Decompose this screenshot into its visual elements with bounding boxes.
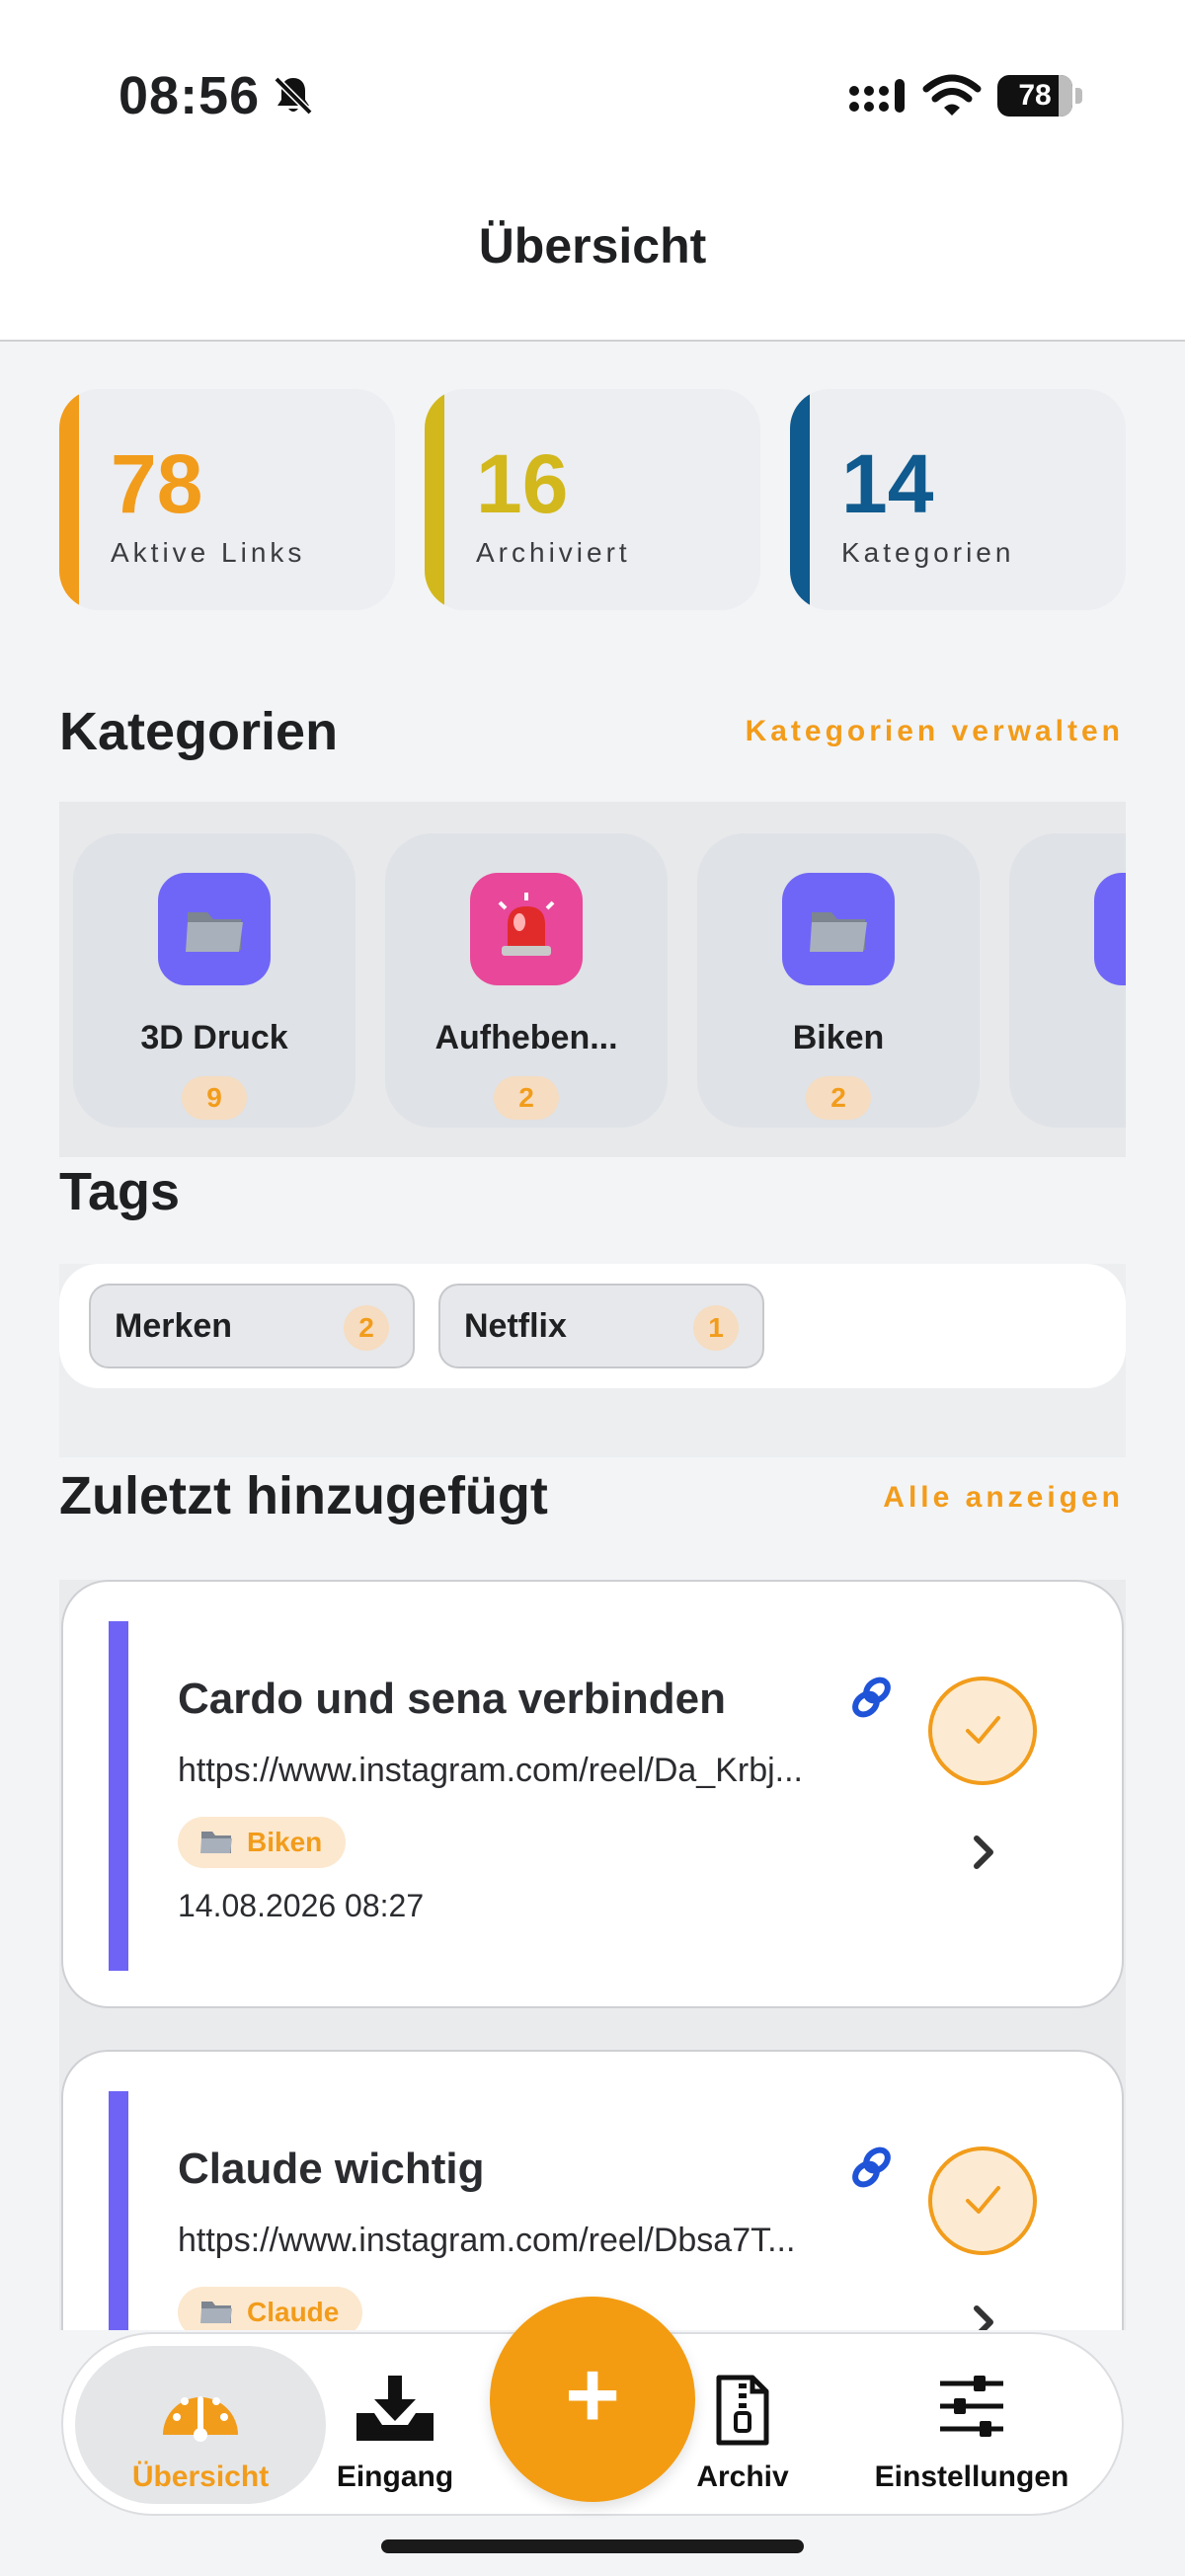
categories-title: Kategorien (59, 702, 339, 761)
battery-indicator: 78 (997, 75, 1082, 117)
link-card[interactable]: Claude wichtig https://www.instagram.com… (61, 2050, 1124, 2330)
stat-value: 14 (841, 437, 934, 530)
folder-icon (782, 873, 895, 985)
category-name: 3D Druck (140, 1019, 288, 1056)
tab-settings[interactable]: Einstellungen (833, 2346, 1110, 2504)
tag-name: Merken (115, 1307, 233, 1345)
wifi-icon (922, 74, 982, 116)
folder-icon (1094, 873, 1126, 985)
cellular-signal-icon (849, 79, 905, 113)
tab-label: Übersicht (131, 2460, 270, 2493)
stat-card-active-links[interactable]: 78 Aktive Links (59, 389, 395, 610)
dashboard-icon (163, 2396, 238, 2442)
link-title: Cardo und sena verbinden (178, 1675, 726, 1723)
chevron-right-icon[interactable] (964, 2301, 1003, 2330)
link-category-badge: Biken (178, 1817, 347, 1868)
archive-file-icon (716, 2375, 769, 2446)
recent-links-list: Cardo und sena verbinden https://www.ins… (59, 1580, 1126, 2330)
category-card-3d-druck[interactable]: 3D Druck 9 (73, 833, 356, 1128)
link-category-name: Claude (247, 2297, 340, 2327)
stat-value: 78 (111, 437, 203, 530)
category-card-biken[interactable]: Biken 2 (697, 833, 980, 1128)
stat-label: Kategorien (841, 537, 1015, 568)
chain-link-icon (852, 1677, 891, 1718)
recent-title: Zuletzt hinzugefügt (59, 1466, 548, 1525)
category-count-badge: 9 (182, 1076, 247, 1120)
page-title: Übersicht (478, 218, 707, 273)
stat-card-archived[interactable]: 16 Archiviert (425, 389, 760, 610)
status-bar: 08:56 78 (0, 0, 1185, 188)
tab-overview[interactable]: Übersicht (75, 2346, 326, 2504)
link-card[interactable]: Cardo und sena verbinden https://www.ins… (61, 1580, 1124, 2008)
link-accent-bar (109, 2091, 128, 2330)
category-name: C (1009, 1019, 1126, 1057)
category-count-badge: 2 (806, 1076, 871, 1120)
folder-icon (158, 873, 271, 985)
link-url: https://www.instagram.com/reel/Dbsa7T... (178, 2222, 796, 2259)
tab-inbox[interactable]: Eingang (314, 2346, 476, 2504)
tab-label: Einstellungen (874, 2460, 1069, 2493)
checkmark-icon (966, 2186, 1000, 2214)
status-time: 08:56 (118, 66, 261, 125)
tag-count-badge: 1 (693, 1305, 739, 1351)
tab-label: Eingang (336, 2460, 454, 2493)
folder-icon (200, 1831, 232, 1853)
mark-done-button[interactable] (928, 2147, 1037, 2255)
tag-name: Netflix (464, 1307, 567, 1345)
category-name: Aufheben... (434, 1019, 618, 1056)
chain-link-icon (852, 2147, 891, 2188)
bell-muted-icon (274, 76, 313, 116)
stat-accent-bar (790, 389, 810, 610)
link-category-badge: Claude (178, 2287, 363, 2330)
stat-label: Aktive Links (111, 537, 306, 568)
category-card-partial[interactable]: C (1009, 833, 1126, 1128)
link-title: Claude wichtig (178, 2145, 485, 2193)
battery-level: 78 (997, 75, 1072, 117)
tag-chip-netflix[interactable]: Netflix 1 (438, 1284, 764, 1368)
plus-icon: + (564, 2342, 621, 2448)
chevron-right-icon[interactable] (964, 1831, 1003, 1874)
stat-accent-bar (425, 389, 444, 610)
tag-count-badge: 2 (344, 1305, 389, 1351)
show-all-link[interactable]: Alle anzeigen (883, 1481, 1124, 1515)
mark-done-button[interactable] (928, 1677, 1037, 1785)
tags-list: Merken 2 Netflix 1 (59, 1264, 1126, 1388)
inbox-download-icon (356, 2376, 434, 2441)
category-name: Biken (792, 1019, 885, 1056)
link-category-name: Biken (247, 1827, 323, 1857)
stat-card-categories[interactable]: 14 Kategorien (790, 389, 1126, 610)
category-count-badge: 2 (494, 1076, 559, 1120)
battery-cap (1075, 88, 1082, 104)
stat-label: Archiviert (476, 537, 631, 568)
stat-value: 16 (476, 437, 569, 530)
checkmark-icon (966, 1716, 1000, 1744)
home-indicator (381, 2539, 804, 2553)
sliders-icon (940, 2376, 1003, 2437)
category-card-aufheben[interactable]: Aufheben... 2 (385, 833, 668, 1128)
tags-title: Tags (59, 1162, 181, 1221)
folder-icon (200, 2301, 232, 2323)
link-url: https://www.instagram.com/reel/Da_Krbj..… (178, 1752, 804, 1789)
stat-accent-bar (59, 389, 79, 610)
add-link-button[interactable]: + (490, 2297, 695, 2502)
manage-categories-link[interactable]: Kategorien verwalten (746, 715, 1124, 748)
link-accent-bar (109, 1621, 128, 1971)
link-date: 14.08.2026 08:27 (178, 1888, 425, 1923)
tags-container: Merken 2 Netflix 1 (59, 1264, 1126, 1457)
category-carousel[interactable]: 3D Druck 9 Aufheben... 2 Biken 2 (59, 802, 1126, 1157)
navigation-bar: Übersicht (0, 188, 1185, 342)
siren-icon (470, 873, 583, 985)
tag-chip-merken[interactable]: Merken 2 (89, 1284, 415, 1368)
